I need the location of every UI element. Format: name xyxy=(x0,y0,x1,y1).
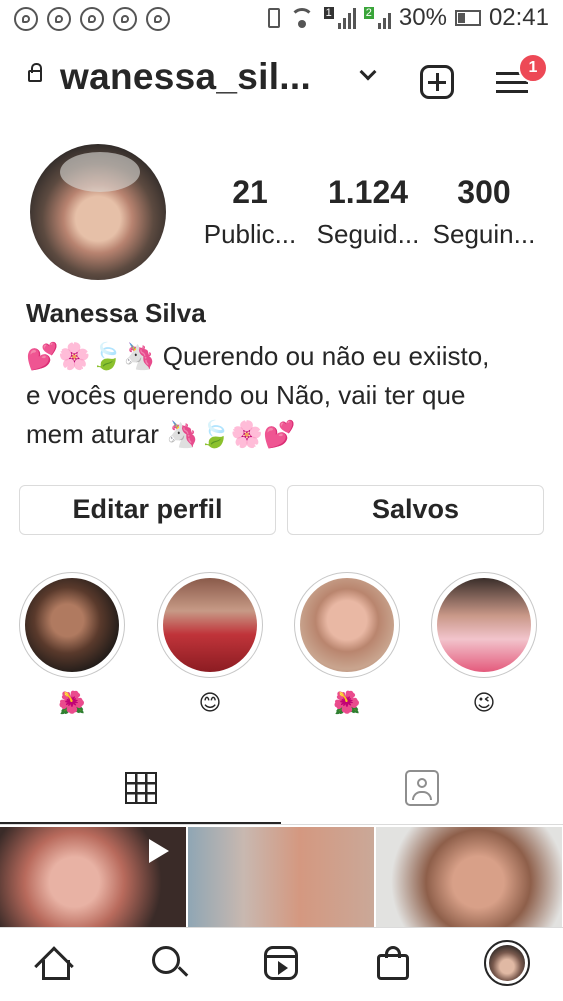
profile-avatar[interactable] xyxy=(30,144,166,280)
tab-posts-grid[interactable] xyxy=(0,760,281,824)
profile-header: wanessa_sil... 1 xyxy=(0,52,563,108)
story-highlight[interactable] xyxy=(157,572,263,678)
highlight-label: 🌺 xyxy=(333,690,361,715)
shop-icon[interactable] xyxy=(374,944,414,984)
home-icon[interactable] xyxy=(34,944,76,986)
battery-icon xyxy=(454,10,481,26)
post-thumbnail[interactable] xyxy=(188,827,374,927)
whatsapp-icon xyxy=(47,7,71,31)
story-highlight[interactable] xyxy=(294,572,400,678)
story-highlight[interactable] xyxy=(431,572,537,678)
profile-avatar-tab[interactable] xyxy=(484,940,530,986)
stat-label: Public... xyxy=(203,219,297,249)
sim1-badge: 1 xyxy=(323,7,334,19)
followers-count[interactable]: 1.124 Seguid... xyxy=(313,174,423,250)
saved-button[interactable]: Salvos xyxy=(287,485,544,535)
highlight-cover xyxy=(300,578,394,672)
bio-line: mem aturar 🦄🍃🌸💕 xyxy=(26,419,296,449)
signal-sim1-icon: 1 xyxy=(323,7,356,29)
bio-line: e vocês querendo ou Não, vaii ter que xyxy=(26,380,466,410)
new-post-button[interactable] xyxy=(420,65,454,99)
vibrate-icon xyxy=(267,8,280,28)
notification-badge: 1 xyxy=(518,53,548,83)
clock: 02:41 xyxy=(488,4,549,31)
full-name: Wanessa Silva xyxy=(26,298,206,328)
highlight-cover xyxy=(163,578,257,672)
posts-count[interactable]: 21 Public... xyxy=(195,174,305,250)
highlight-label: 😉 xyxy=(472,690,496,715)
signal-sim2-icon: 2 xyxy=(363,7,391,29)
whatsapp-icon xyxy=(146,7,170,31)
post-thumbnail[interactable] xyxy=(0,827,186,927)
username-title[interactable]: wanessa_sil... xyxy=(60,56,311,98)
highlight-cover xyxy=(25,578,119,672)
bio: 💕🌸🍃🦄 Querendo ou não eu exiisto, e vocês… xyxy=(26,337,546,454)
status-bar: 1 2 30% 02:41 xyxy=(0,0,563,40)
grid-icon xyxy=(125,772,157,804)
stat-label: Seguin... xyxy=(432,219,536,249)
bottom-navigation xyxy=(0,927,563,1001)
wifi-icon xyxy=(288,8,316,28)
post-image xyxy=(376,827,562,927)
reels-icon[interactable] xyxy=(262,944,302,984)
following-count[interactable]: 300 Seguin... xyxy=(429,174,539,250)
chevron-down-icon[interactable] xyxy=(359,63,377,81)
battery-percent: 30% xyxy=(398,4,447,31)
search-icon[interactable] xyxy=(150,944,190,984)
highlight-label: 🌺 xyxy=(58,690,86,715)
stat-value: 1.124 xyxy=(327,174,409,210)
post-image xyxy=(188,827,374,927)
story-highlight[interactable] xyxy=(19,572,125,678)
stat-value: 300 xyxy=(457,174,511,210)
whatsapp-icon xyxy=(80,7,104,31)
highlight-label: 😊 xyxy=(198,690,222,715)
notification-icons xyxy=(14,7,170,31)
highlight-cover xyxy=(437,578,531,672)
profile-tabs xyxy=(0,760,563,825)
video-play-icon xyxy=(149,839,169,863)
tagged-photos-icon[interactable] xyxy=(405,770,439,806)
system-status: 1 2 30% 02:41 xyxy=(267,4,549,32)
lock-icon xyxy=(28,63,42,82)
whatsapp-icon xyxy=(14,7,38,31)
post-thumbnail[interactable] xyxy=(376,827,562,927)
edit-profile-button[interactable]: Editar perfil xyxy=(19,485,276,535)
sim2-badge: 2 xyxy=(363,7,374,19)
stat-value: 21 xyxy=(232,174,268,210)
stat-label: Seguid... xyxy=(316,219,420,249)
whatsapp-icon xyxy=(113,7,137,31)
bio-line: 💕🌸🍃🦄 Querendo ou não eu exiisto, xyxy=(26,341,490,371)
